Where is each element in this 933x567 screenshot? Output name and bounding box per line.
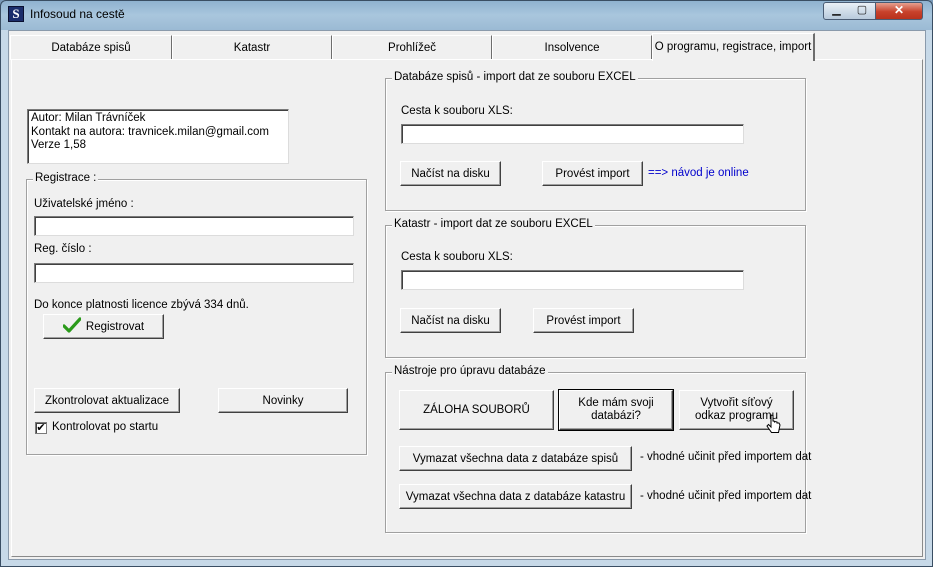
delete-spisy-note: - vhodné učinit před importem dat xyxy=(640,451,812,463)
tab-panel: Autor: Milan Trávníček Kontakt na autora… xyxy=(11,59,923,557)
about-info-box: Autor: Milan Trávníček Kontakt na autora… xyxy=(27,109,289,164)
regnum-label: Reg. číslo : xyxy=(34,243,92,255)
client-area: Databáze spisů Katastr Prohlížeč Insolve… xyxy=(8,30,926,560)
spisy-import-button[interactable]: Provést import xyxy=(542,161,643,186)
spisy-load-button[interactable]: Načíst na disku xyxy=(400,161,501,186)
close-button[interactable]: ✕ xyxy=(876,2,923,20)
app-window: S Infosoud na cestě ▁ ▢ ✕ Databáze spisů… xyxy=(0,0,933,567)
where-is-database-button[interactable]: Kde mám svoji databázi? xyxy=(558,389,674,431)
news-button[interactable]: Novinky xyxy=(218,388,348,413)
spisy-path-label: Cesta k souboru XLS: xyxy=(401,105,513,117)
check-on-start-checkbox[interactable]: ✔ xyxy=(35,422,47,434)
username-input[interactable] xyxy=(34,216,354,236)
backup-files-button[interactable]: ZÁLOHA SOUBORŮ xyxy=(399,390,554,430)
import-katastr-legend: Katastr - import dat ze souboru EXCEL xyxy=(392,218,595,230)
about-author: Autor: Milan Trávníček xyxy=(31,112,146,124)
check-icon xyxy=(62,317,82,336)
katastr-load-button[interactable]: Načíst na disku xyxy=(400,308,501,333)
tab-o-programu[interactable]: O programu, registrace, import xyxy=(652,33,815,61)
spisy-path-input[interactable] xyxy=(401,124,744,144)
username-label: Uživatelské jméno : xyxy=(34,198,134,210)
check-updates-button[interactable]: Zkontrolovat aktualizace xyxy=(34,388,180,413)
minimize-button[interactable]: ▁ xyxy=(823,2,850,20)
delete-spisy-data-button[interactable]: Vymazat všechna data z databáze spisů xyxy=(399,446,632,471)
tab-databaze-spisu[interactable]: Databáze spisů xyxy=(10,35,172,60)
import-spisy-legend: Databáze spisů - import dat ze souboru E… xyxy=(392,71,638,83)
about-version: Verze 1,58 xyxy=(31,139,86,151)
delete-katastr-note: - vhodné učinit před importem dat xyxy=(640,490,812,502)
regnum-input[interactable] xyxy=(34,263,354,283)
tab-insolvence[interactable]: Insolvence xyxy=(492,35,652,60)
katastr-path-label: Cesta k souboru XLS: xyxy=(401,251,513,263)
mouse-cursor-icon xyxy=(766,414,781,433)
guide-online-link[interactable]: ==> návod je online xyxy=(648,167,749,179)
title-bar[interactable]: S Infosoud na cestě ▁ ▢ ✕ xyxy=(1,1,932,29)
register-button-label: Registrovat xyxy=(85,320,145,333)
register-button[interactable]: Registrovat xyxy=(43,314,164,339)
tab-prohlizec[interactable]: Prohlížeč xyxy=(332,35,492,60)
check-on-start-label: Kontrolovat po startu xyxy=(52,421,159,433)
tab-katastr[interactable]: Katastr xyxy=(172,35,332,60)
license-remaining-text: Do konce platnosti licence zbývá 334 dnů… xyxy=(34,299,249,311)
import-spisy-group: Databáze spisů - import dat ze souboru E… xyxy=(385,71,806,211)
registration-legend: Registrace : xyxy=(33,172,99,184)
import-katastr-group: Katastr - import dat ze souboru EXCEL xyxy=(385,218,806,358)
about-contact: Kontakt na autora: travnicek.milan@gmail… xyxy=(31,125,269,138)
tools-legend: Nástroje pro úpravu databáze xyxy=(392,365,548,377)
maximize-button[interactable]: ▢ xyxy=(849,2,876,20)
delete-katastr-data-button[interactable]: Vymazat všechna data z databáze katastru xyxy=(399,484,632,509)
app-icon: S xyxy=(8,6,24,22)
window-title: Infosoud na cestě xyxy=(30,7,125,21)
katastr-import-button[interactable]: Provést import xyxy=(533,308,634,333)
katastr-path-input[interactable] xyxy=(401,270,744,290)
